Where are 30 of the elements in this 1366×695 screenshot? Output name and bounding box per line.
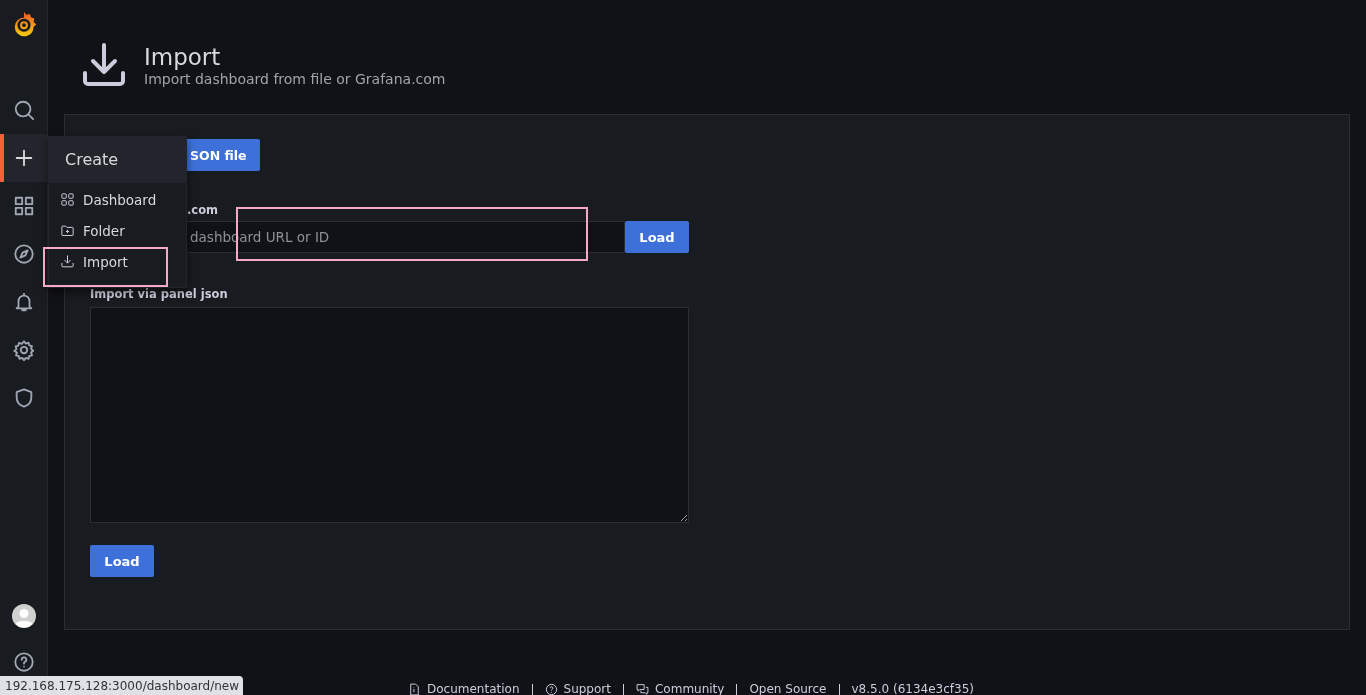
chat-icon [635, 682, 649, 695]
load-button[interactable]: Load [625, 221, 689, 253]
folder-plus-icon [60, 223, 75, 238]
grid-icon [12, 195, 35, 217]
sidebar-item[interactable] [0, 134, 47, 182]
help-icon [544, 682, 558, 695]
download-icon [82, 43, 126, 87]
help-icon[interactable] [12, 651, 35, 673]
footer-link[interactable]: v8.5.0 (6134e3cf35) [851, 682, 974, 695]
page-subtitle: Import dashboard from file or Grafana.com [144, 71, 446, 87]
footer-link[interactable]: Documentation [427, 682, 520, 695]
compass-icon [12, 243, 35, 265]
menu-item-label: Dashboard [83, 191, 157, 208]
menu-title: Create [48, 136, 187, 183]
footer-link[interactable]: Community [654, 682, 725, 695]
footer-link[interactable]: Support [563, 682, 611, 695]
field-label: .com [186, 203, 219, 217]
page-title: Import [144, 43, 222, 71]
document-icon [408, 682, 421, 695]
load-button[interactable]: Load [90, 545, 154, 577]
status-url: 192.168.175.128:3000/dashboard/new [0, 676, 243, 695]
menu-item-label: Import [83, 253, 128, 270]
avatar-icon[interactable] [11, 604, 36, 628]
gear-icon [12, 339, 35, 361]
menu-item[interactable]: Dashboard [49, 184, 186, 215]
grid-icon [60, 192, 75, 207]
footer-link[interactable]: Open Source [749, 682, 827, 695]
search-icon [12, 99, 35, 121]
download-icon [60, 254, 75, 269]
field-label: Import via panel json [90, 287, 228, 301]
